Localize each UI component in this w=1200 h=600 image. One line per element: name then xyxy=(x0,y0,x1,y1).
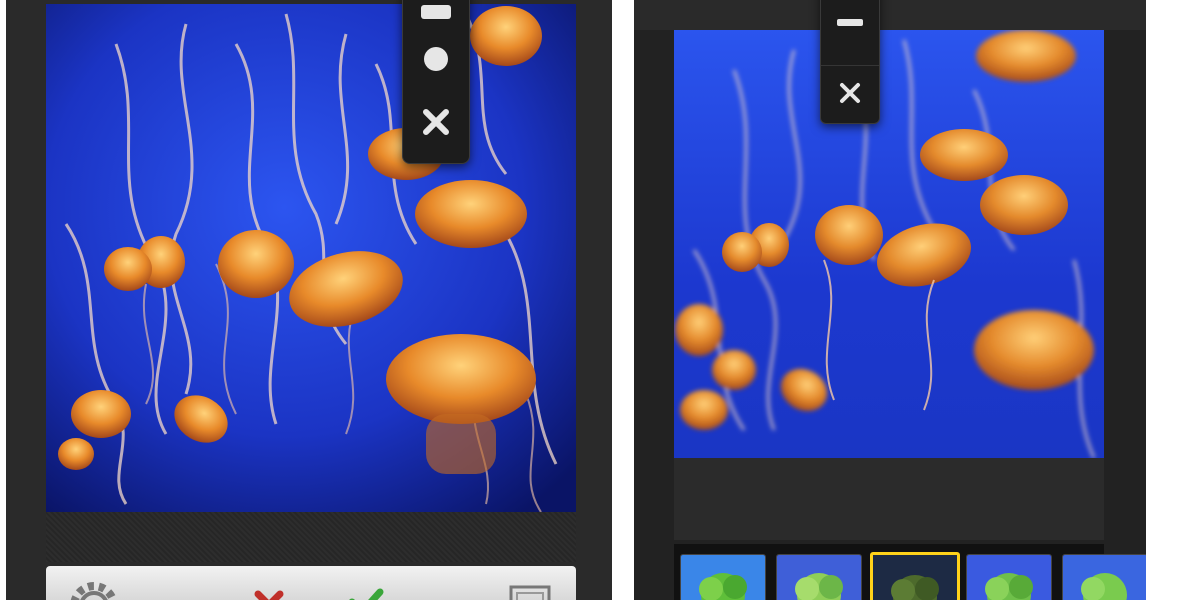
tree-thumbnail xyxy=(681,555,765,600)
vignette-radial-option[interactable] xyxy=(403,45,469,101)
filter-strip xyxy=(674,544,1146,600)
tree-thumbnail xyxy=(1063,555,1146,600)
filter-thumbnail[interactable] xyxy=(1062,554,1146,600)
top-bar xyxy=(634,0,1146,30)
vignette-off-option[interactable] xyxy=(403,99,469,155)
filter-thumbnail-selected[interactable] xyxy=(870,552,960,600)
vignette-linear-option[interactable] xyxy=(403,0,469,47)
vignette-picker xyxy=(402,0,470,164)
photo-footer xyxy=(674,458,1104,540)
close-icon xyxy=(254,590,284,600)
jellyfish-photo xyxy=(46,4,576,512)
close-icon xyxy=(840,83,860,103)
right-screen xyxy=(634,0,1146,600)
close-icon xyxy=(423,109,449,135)
tiltshift-picker xyxy=(820,0,880,124)
textured-band xyxy=(46,512,576,562)
check-icon xyxy=(349,588,384,600)
jellyfish-photo xyxy=(674,30,1104,458)
tree-thumbnail xyxy=(967,555,1051,600)
filter-thumbnail[interactable] xyxy=(680,554,766,600)
linear-icon xyxy=(837,19,863,26)
confirm-button[interactable] xyxy=(346,588,386,600)
filter-thumbnail[interactable] xyxy=(776,554,862,600)
gear-icon xyxy=(70,582,118,600)
settings-button[interactable] xyxy=(68,580,120,600)
cancel-button[interactable] xyxy=(250,588,290,600)
frame-icon xyxy=(509,585,551,600)
tree-thumbnail xyxy=(873,555,957,600)
frame-button[interactable] xyxy=(508,584,552,600)
filter-thumbnail[interactable] xyxy=(966,554,1052,600)
radial-icon xyxy=(424,47,448,71)
linear-icon xyxy=(421,5,451,19)
tiltshift-linear-option[interactable] xyxy=(821,7,879,66)
tree-thumbnail xyxy=(777,555,861,600)
tiltshift-off-option[interactable] xyxy=(821,66,879,122)
bottom-toolbar xyxy=(46,566,576,600)
left-screen xyxy=(6,0,612,600)
